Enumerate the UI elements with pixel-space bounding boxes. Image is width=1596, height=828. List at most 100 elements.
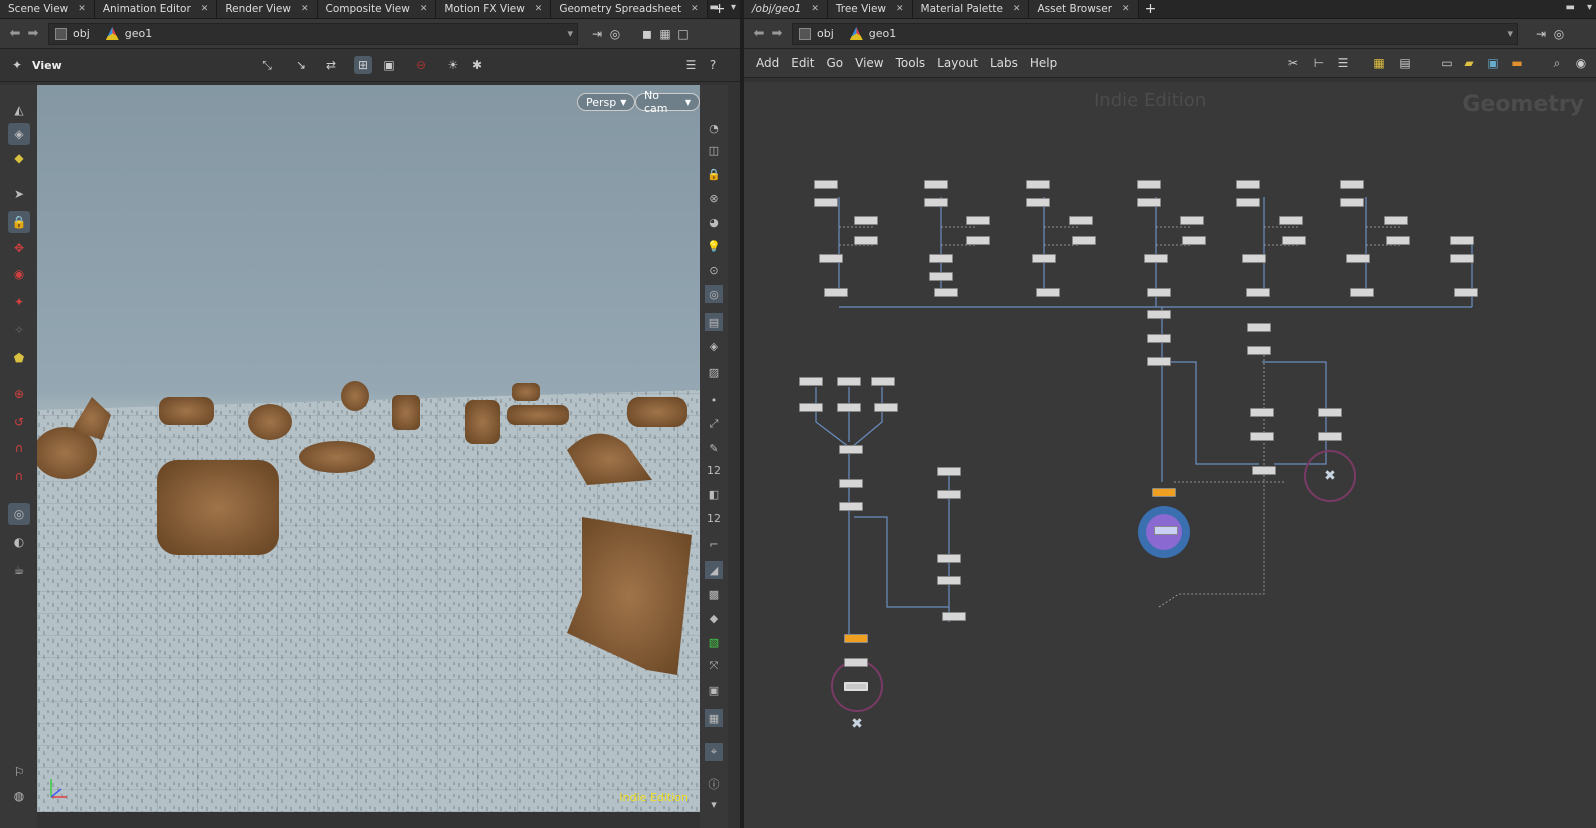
network-node[interactable]: [942, 612, 966, 621]
menu-go[interactable]: Go: [820, 56, 849, 70]
diamond-icon[interactable]: ◆: [705, 609, 723, 627]
network-node[interactable]: [874, 403, 898, 412]
no-entry-icon[interactable]: ⊖: [412, 56, 430, 74]
help-icon[interactable]: ?: [704, 56, 722, 74]
network-node[interactable]: [1340, 180, 1364, 189]
chevron-down-icon[interactable]: ▾: [705, 795, 723, 813]
network-node[interactable]: [1250, 432, 1274, 441]
camera-icon[interactable]: ◈: [705, 337, 723, 355]
network-node[interactable]: [924, 198, 948, 207]
forward-arrow-icon[interactable]: ➡: [24, 26, 42, 41]
menu-tools[interactable]: Tools: [890, 56, 932, 70]
tab-tree-view[interactable]: Tree View ✕: [827, 0, 913, 18]
lock-icon[interactable]: 🔒: [8, 211, 30, 233]
network-node[interactable]: [1282, 236, 1306, 245]
network-node-flagged[interactable]: [844, 634, 868, 643]
network-node[interactable]: [871, 377, 895, 386]
network-node[interactable]: [929, 254, 953, 263]
network-node[interactable]: [1180, 216, 1204, 225]
network-node[interactable]: [1236, 180, 1260, 189]
pin-icon[interactable]: ⇥: [588, 25, 606, 43]
network-node[interactable]: [1147, 288, 1171, 297]
network-node[interactable]: [1384, 216, 1408, 225]
uv-icon[interactable]: ▧: [705, 633, 723, 651]
network-node[interactable]: [837, 403, 861, 412]
menu-layout[interactable]: Layout: [931, 56, 984, 70]
network-node[interactable]: [1454, 288, 1478, 297]
visibility-icon[interactable]: ⊗: [705, 189, 723, 207]
network-node[interactable]: [839, 479, 863, 488]
network-node[interactable]: [1026, 180, 1050, 189]
magnet-grid-icon[interactable]: ⊕: [8, 383, 30, 405]
forward-arrow-icon[interactable]: ➡: [768, 26, 786, 41]
network-node[interactable]: [1450, 236, 1474, 245]
pin-icon[interactable]: ⇥: [1532, 25, 1550, 43]
link-icon[interactable]: ◎: [1550, 25, 1568, 43]
network-node[interactable]: [1147, 357, 1171, 366]
network-node[interactable]: [799, 403, 823, 412]
network-node[interactable]: [1246, 288, 1270, 297]
network-node[interactable]: [1250, 408, 1274, 417]
network-node[interactable]: [1144, 254, 1168, 263]
tab-scene-view[interactable]: Scene View ✕: [0, 0, 95, 18]
tab-material-palette[interactable]: Material Palette ✕: [912, 0, 1030, 18]
chevron-down-icon[interactable]: ▾: [567, 27, 573, 40]
view-icon[interactable]: ◐: [8, 531, 30, 553]
close-icon[interactable]: ✕: [811, 4, 819, 14]
network-node[interactable]: [1182, 236, 1206, 245]
3d-viewport[interactable]: Persp ▼ No cam ▼ Indie Edition: [37, 85, 700, 812]
select-tool-icon[interactable]: ➤: [8, 183, 30, 205]
close-icon[interactable]: ✕: [535, 4, 543, 14]
merge-node[interactable]: [839, 445, 863, 454]
ghost-icon[interactable]: ◫: [705, 141, 723, 159]
corner-icon[interactable]: ⌐: [705, 535, 723, 553]
network-node[interactable]: [1346, 254, 1370, 263]
network-node[interactable]: [854, 216, 878, 225]
pivot-tool-icon[interactable]: ✧: [8, 319, 30, 341]
network-node[interactable]: [1236, 198, 1260, 207]
network-node[interactable]: [819, 254, 843, 263]
wireframe-icon[interactable]: ▣: [380, 56, 398, 74]
network-node[interactable]: [924, 180, 948, 189]
network-node[interactable]: [1252, 466, 1276, 475]
network-node[interactable]: [937, 490, 961, 499]
layers-icon[interactable]: ▦: [656, 25, 674, 43]
tab-motion-fx-view[interactable]: Motion FX View ✕: [436, 0, 552, 18]
pane-menu-icon[interactable]: ▬: [1566, 2, 1575, 13]
network-node[interactable]: [854, 236, 878, 245]
network-node[interactable]: [1147, 334, 1171, 343]
network-node[interactable]: [814, 198, 838, 207]
network-node[interactable]: [1318, 408, 1342, 417]
options-icon[interactable]: ☰: [682, 56, 700, 74]
background-icon[interactable]: ▤: [705, 313, 723, 331]
sticky-icon[interactable]: ▭: [1438, 54, 1456, 72]
flag-icon[interactable]: ⚐: [8, 761, 30, 783]
network-node[interactable]: [844, 658, 868, 667]
box-icon[interactable]: ▬: [1508, 54, 1526, 72]
path-node[interactable]: geo1: [100, 27, 162, 40]
path-root[interactable]: obj: [49, 27, 100, 40]
light-bulb-icon[interactable]: 💡: [705, 237, 723, 255]
geometry-icon[interactable]: ◼: [638, 25, 656, 43]
tab-geometry-spreadsheet[interactable]: Geometry Spreadsheet ✕: [551, 0, 708, 18]
add-tab-icon[interactable]: +: [1139, 0, 1163, 18]
menu-labs[interactable]: Labs: [984, 56, 1024, 70]
pen-icon[interactable]: ✎: [705, 439, 723, 457]
prim-number-icon[interactable]: 12: [705, 509, 723, 527]
network-node[interactable]: [799, 377, 823, 386]
tab-render-view[interactable]: Render View ✕: [217, 0, 318, 18]
display-node[interactable]: [1154, 526, 1178, 535]
select-mode-icon[interactable]: ↘: [292, 56, 310, 74]
connect-icon[interactable]: ⤧: [705, 657, 723, 675]
cube-icon[interactable]: ◧: [705, 485, 723, 503]
image-icon[interactable]: ▦: [705, 709, 723, 727]
teapot-icon[interactable]: ☕: [8, 559, 30, 581]
location-icon[interactable]: ⌖: [705, 743, 723, 761]
menu-view[interactable]: View: [849, 56, 889, 70]
frame-icon[interactable]: ▣: [705, 681, 723, 699]
network-node[interactable]: [1350, 288, 1374, 297]
note-icon[interactable]: ▰: [1460, 54, 1478, 72]
chevron-down-icon[interactable]: ▾: [731, 2, 736, 13]
network-node-flagged[interactable]: [1152, 488, 1176, 497]
tab-animation-editor[interactable]: Animation Editor ✕: [94, 0, 218, 18]
